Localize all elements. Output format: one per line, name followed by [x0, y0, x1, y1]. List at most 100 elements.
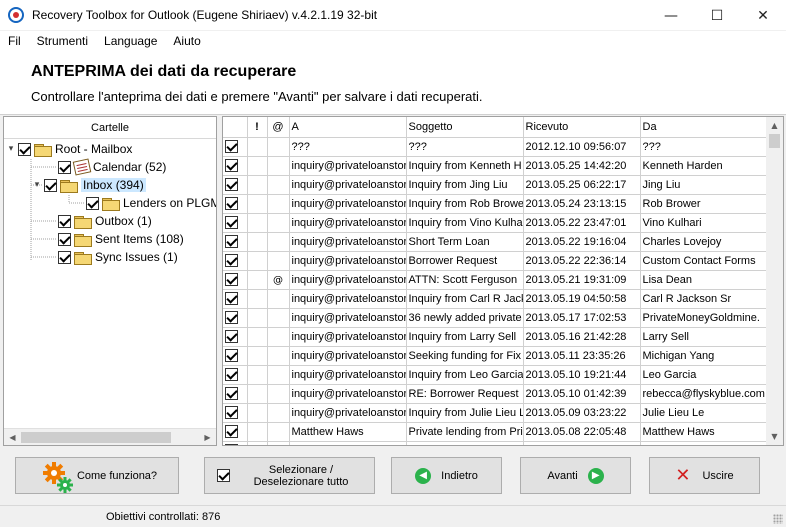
row-checkbox[interactable] [225, 159, 238, 172]
table-row[interactable]: inquiry@privateloanstore Inquiry from Lar… [223, 327, 769, 347]
row-checkbox-cell[interactable] [223, 346, 248, 366]
minimize-button[interactable]: — [648, 0, 694, 31]
tree-node-outbox[interactable]: Outbox (1) [58, 212, 152, 230]
menu-tools[interactable]: Strumenti [29, 34, 96, 48]
collapse-toggle[interactable]: ▾ [32, 180, 42, 190]
row-checkbox[interactable] [225, 216, 238, 229]
scroll-down-icon[interactable]: ▼ [766, 428, 783, 445]
row-checkbox[interactable] [225, 254, 238, 267]
table-row[interactable]: inquiry@privateloanstore RE: Borrower Req… [223, 384, 769, 404]
next-button[interactable]: Avanti ▶ [520, 457, 631, 494]
row-checkbox-cell[interactable] [223, 270, 248, 290]
row-checkbox-cell[interactable] [223, 308, 248, 328]
row-checkbox[interactable] [225, 444, 238, 445]
back-button[interactable]: ◀ Indietro [391, 457, 502, 494]
table-row[interactable]: inquiry@privateloanstore Inquiry from Jul… [223, 403, 769, 423]
row-checkbox-cell[interactable] [223, 232, 248, 252]
table-row[interactable]: inquiry@privateloanstore Inquiry from Ken… [223, 156, 769, 176]
to-cell: inquiry@privateloanstore [289, 213, 407, 233]
row-checkbox[interactable] [225, 273, 238, 286]
grid-vertical-scrollbar[interactable]: ▲ ▼ [766, 117, 783, 445]
table-row[interactable]: inquiry@privateloanstore Inquiry from Rob… [223, 194, 769, 214]
select-all-checkbox[interactable] [217, 469, 230, 482]
scroll-right-icon[interactable]: ▶ [199, 429, 216, 446]
tree-checkbox[interactable] [58, 250, 71, 264]
resize-grip-icon[interactable] [773, 514, 783, 524]
row-checkbox-cell[interactable] [223, 441, 248, 445]
row-checkbox[interactable] [225, 387, 238, 400]
row-checkbox[interactable] [225, 311, 238, 324]
row-checkbox[interactable] [225, 368, 238, 381]
row-checkbox-cell[interactable] [223, 327, 248, 347]
tree-horizontal-scrollbar[interactable]: ◀ ▶ [4, 428, 216, 445]
select-all-button[interactable]: Selezionare / Deselezionare tutto [204, 457, 375, 494]
row-checkbox-cell[interactable] [223, 175, 248, 195]
row-checkbox[interactable] [225, 406, 238, 419]
tree-checkbox[interactable] [58, 232, 71, 246]
table-row[interactable]: @ inquiry@privateloanstore ATTN: Scott Fer… [223, 270, 769, 290]
row-checkbox[interactable] [225, 292, 238, 305]
row-checkbox-cell[interactable] [223, 384, 248, 404]
column-header-check[interactable] [223, 117, 248, 138]
row-checkbox-cell[interactable] [223, 213, 248, 233]
table-row[interactable]: inquiry@privateloanstore Inquiry from Vin… [223, 213, 769, 233]
table-row[interactable]: inquiry@privateloanstore Borrower Request… [223, 251, 769, 271]
tree-node-inbox[interactable]: ▾ Inbox (394) [32, 176, 146, 194]
tree-checkbox[interactable] [58, 160, 71, 174]
row-checkbox[interactable] [225, 178, 238, 191]
scroll-left-icon[interactable]: ◀ [4, 429, 21, 446]
row-checkbox[interactable] [225, 140, 238, 153]
column-header-subject[interactable]: Soggetto [406, 117, 524, 138]
row-checkbox-cell[interactable] [223, 289, 248, 309]
how-it-works-button[interactable]: Come funziona? [15, 457, 179, 494]
received-cell: 2013.05.21 19:31:09 [523, 270, 641, 290]
tree-checkbox[interactable] [86, 196, 99, 210]
collapse-toggle[interactable]: ▾ [6, 144, 16, 154]
scroll-thumb[interactable] [769, 134, 780, 148]
tree-checkbox[interactable] [18, 142, 31, 156]
row-checkbox-cell[interactable] [223, 422, 248, 442]
scroll-thumb[interactable] [21, 432, 171, 443]
table-row[interactable]: inquiry@privateloanstore Short Term Loan 2… [223, 232, 769, 252]
menu-file[interactable]: Fil [0, 34, 29, 48]
row-checkbox[interactable] [225, 425, 238, 438]
table-row[interactable]: ?????? 2012.12.10 09:56:07??? [223, 137, 769, 157]
row-checkbox[interactable] [225, 330, 238, 343]
tree-node-calendar[interactable]: Calendar (52) [58, 158, 166, 176]
close-button[interactable]: ✕ [740, 0, 786, 31]
menu-language[interactable]: Language [96, 34, 165, 48]
row-checkbox-cell[interactable] [223, 365, 248, 385]
tree-node-root[interactable]: ▾ Root - Mailbox [6, 140, 132, 158]
row-checkbox-cell[interactable] [223, 251, 248, 271]
scroll-up-icon[interactable]: ▲ [766, 117, 783, 134]
tree-checkbox[interactable] [44, 178, 57, 192]
table-row[interactable]: inquiry@privateloanstore Seeking funding … [223, 346, 769, 366]
table-row[interactable]: Matthew Haws Private lending from Pri 2013… [223, 422, 769, 442]
row-checkbox-cell[interactable] [223, 403, 248, 423]
maximize-button[interactable]: ☐ [694, 0, 740, 31]
column-header-received[interactable]: Ricevuto [523, 117, 641, 138]
exit-button[interactable]: ✕ Uscire [649, 457, 760, 494]
table-row[interactable]: inquiry@privateloanstore Inquiry from Jin… [223, 175, 769, 195]
row-checkbox[interactable] [225, 349, 238, 362]
tree-node-sync-issues[interactable]: Sync Issues (1) [58, 248, 178, 266]
row-checkbox-cell[interactable] [223, 137, 248, 157]
tree-checkbox[interactable] [58, 214, 71, 228]
menu-help[interactable]: Aiuto [165, 34, 208, 48]
row-checkbox-cell[interactable] [223, 156, 248, 176]
row-checkbox[interactable] [225, 197, 238, 210]
table-row[interactable]: inquiry@privateloanstoreInquiry from Mit… [223, 441, 769, 445]
table-row[interactable]: inquiry@privateloanstore 36 newly added p… [223, 308, 769, 328]
table-row[interactable]: inquiry@privateloanstore Inquiry from Leo… [223, 365, 769, 385]
table-row[interactable]: inquiry@privateloanstore Inquiry from Car… [223, 289, 769, 309]
row-checkbox-cell[interactable] [223, 194, 248, 214]
received-cell: 2012.12.10 09:56:07 [523, 137, 641, 157]
tree-node-lenders[interactable]: Lenders on PLGM [86, 194, 216, 212]
folder-icon [60, 179, 78, 193]
column-header-to[interactable]: A [289, 117, 407, 138]
column-header-from[interactable]: Da [640, 117, 769, 138]
row-checkbox[interactable] [225, 235, 238, 248]
tree-node-sent-items[interactable]: Sent Items (108) [58, 230, 184, 248]
column-header-attachment[interactable]: @ [267, 117, 290, 138]
column-header-importance[interactable]: ! [247, 117, 268, 138]
